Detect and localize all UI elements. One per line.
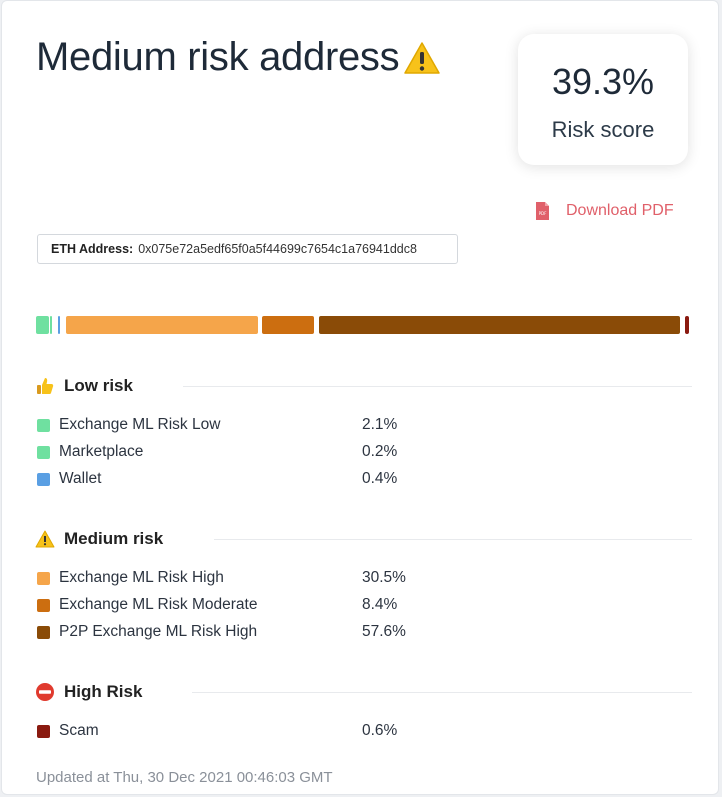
list-item-label: Marketplace	[59, 443, 144, 460]
section-title-high-risk: High Risk	[64, 682, 143, 701]
updated-timestamp: Updated at Thu, 30 Dec 2021 00:46:03 GMT	[36, 769, 333, 786]
list-item-percent: 8.4%	[362, 596, 398, 613]
divider	[183, 386, 692, 387]
eth-address-field[interactable]: ETH Address: 0x075e72a5edf65f0a5f44699c7…	[37, 234, 458, 264]
list-item: Scam	[37, 721, 99, 741]
eth-address-value: 0x075e72a5edf65f0a5f44699c7654c1a76941dd…	[138, 242, 417, 256]
risk-report-card: Medium risk address 39.3% Risk score PDF…	[1, 0, 719, 795]
list-item: P2P Exchange ML Risk High	[37, 622, 257, 642]
download-pdf-link[interactable]: PDF Download PDF	[535, 201, 674, 221]
list-item-label: P2P Exchange ML Risk High	[59, 623, 258, 640]
list-item-label: Exchange ML Risk Low	[59, 416, 221, 433]
list-item: Exchange ML Risk High	[37, 568, 224, 588]
bar-segment-p2p-exchange-ml-high[interactable]	[319, 316, 680, 334]
bar-segment-exchange-ml-high[interactable]	[66, 316, 258, 334]
list-item-percent: 57.6%	[362, 623, 406, 640]
eth-address-label: ETH Address:	[51, 242, 134, 256]
page-title: Medium risk address	[36, 35, 441, 80]
list-item-percent: 0.6%	[362, 722, 398, 739]
bar-segment-wallet[interactable]	[58, 316, 60, 334]
legend-swatch	[37, 445, 50, 459]
section-heading-low-risk: Low risk	[35, 376, 133, 396]
thumbs-up-icon	[37, 378, 54, 394]
risk-distribution-bar	[36, 316, 690, 334]
bar-segment-exchange-ml-moderate[interactable]	[262, 316, 314, 334]
list-item: Exchange ML Risk Low	[37, 415, 220, 435]
section-heading-medium-risk: Medium risk	[35, 529, 163, 549]
list-item-label: Scam	[59, 722, 99, 739]
list-item: Marketplace	[37, 442, 143, 462]
legend-swatch	[37, 418, 50, 432]
legend-swatch	[37, 571, 50, 585]
svg-text:PDF: PDF	[539, 211, 547, 216]
bar-segment-scam[interactable]	[685, 316, 689, 334]
legend-swatch	[37, 472, 50, 486]
warning-icon	[404, 41, 441, 74]
list-item: Wallet	[37, 469, 102, 489]
list-item-percent: 30.5%	[362, 569, 406, 586]
section-title-low-risk: Low risk	[64, 376, 133, 395]
bar-segment-exchange-ml-low[interactable]	[36, 316, 49, 334]
risk-score-label: Risk score	[551, 117, 655, 142]
list-item-label: Exchange ML Risk High	[59, 569, 224, 586]
legend-swatch	[37, 598, 50, 612]
page-title-text: Medium risk address	[36, 35, 400, 79]
list-item-percent: 0.4%	[362, 470, 398, 487]
list-item: Exchange ML Risk Moderate	[37, 595, 257, 615]
no-entry-icon	[36, 683, 54, 701]
warning-icon	[35, 530, 55, 548]
legend-swatch	[37, 625, 50, 639]
legend-swatch	[37, 724, 50, 738]
list-item-percent: 0.2%	[362, 443, 398, 460]
list-item-label: Exchange ML Risk Moderate	[59, 596, 258, 613]
divider	[214, 539, 692, 540]
list-item-label: Wallet	[59, 470, 102, 487]
download-pdf-label: Download PDF	[566, 202, 674, 219]
section-heading-high-risk: High Risk	[35, 682, 142, 702]
risk-score-card: 39.3% Risk score	[518, 34, 688, 165]
risk-score-value: 39.3%	[551, 61, 655, 102]
pdf-icon: PDF	[536, 202, 549, 220]
list-item-percent: 2.1%	[362, 416, 398, 433]
section-title-medium-risk: Medium risk	[64, 529, 164, 548]
bar-segment-marketplace[interactable]	[50, 316, 52, 334]
divider	[192, 692, 692, 693]
